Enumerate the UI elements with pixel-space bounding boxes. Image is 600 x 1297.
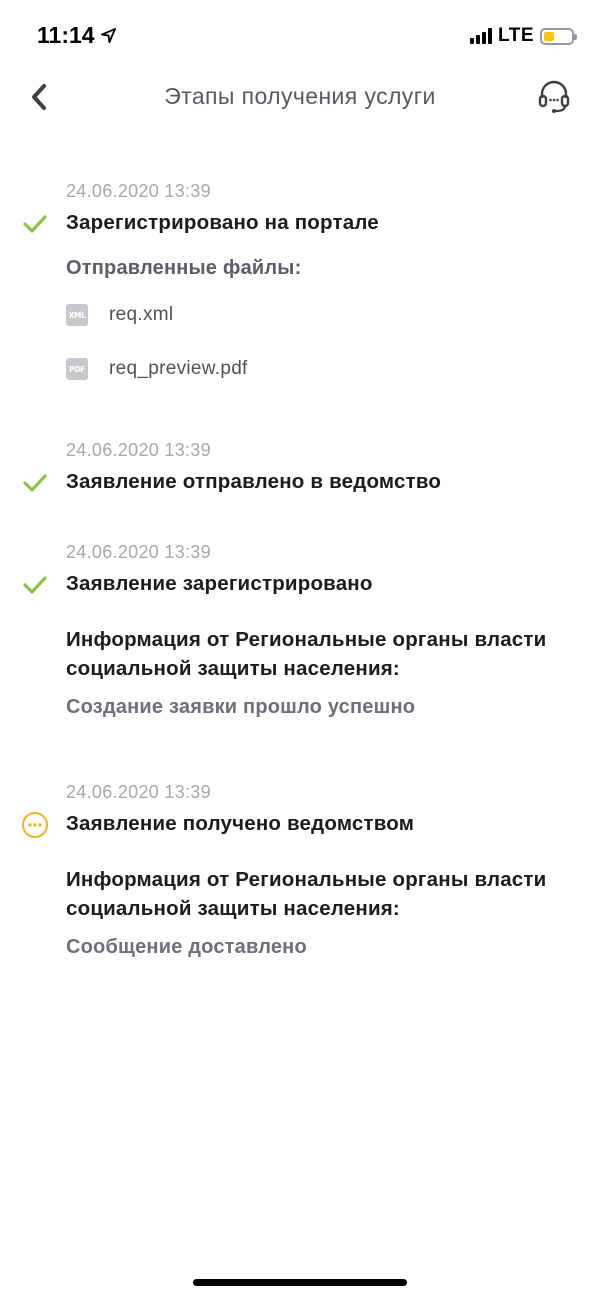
support-button[interactable] bbox=[534, 76, 574, 118]
file-list: XML req.xml PDF req_preview.pdf bbox=[66, 288, 582, 396]
stage-date: 24.06.2020 13:39 bbox=[66, 542, 211, 562]
file-name: req.xml bbox=[109, 304, 174, 325]
stage-date: 24.06.2020 13:39 bbox=[66, 181, 211, 201]
location-arrow-icon bbox=[100, 28, 116, 43]
checkmark-icon bbox=[21, 571, 49, 599]
stage-title: Заявление зарегистрировано bbox=[66, 572, 373, 595]
stage-item: 24.06.2020 13:39 Заявление зарегистриров… bbox=[0, 539, 600, 779]
xml-file-icon: XML bbox=[66, 304, 88, 326]
info-text: Создание заявки прошло успешно bbox=[66, 696, 416, 718]
checkmark-icon bbox=[21, 210, 49, 238]
status-time: 11:14 bbox=[37, 22, 116, 49]
stage-title: Зарегистрировано на портале bbox=[66, 211, 379, 234]
stages-timeline: 24.06.2020 13:39 Зарегистрировано на пор… bbox=[0, 178, 600, 961]
home-indicator[interactable] bbox=[193, 1279, 407, 1286]
stage-item: 24.06.2020 13:39 Заявление получено ведо… bbox=[0, 779, 600, 961]
stage-date: 24.06.2020 13:39 bbox=[66, 440, 211, 460]
file-item-req-xml[interactable]: XML req.xml bbox=[66, 288, 582, 342]
file-item-req-preview-pdf[interactable]: PDF req_preview.pdf bbox=[66, 342, 582, 396]
pdf-file-icon: PDF bbox=[66, 358, 88, 380]
info-text: Сообщение доставлено bbox=[66, 936, 307, 958]
nav-bar: Этапы получения услуги bbox=[0, 72, 600, 122]
clock: 11:14 bbox=[37, 22, 95, 48]
stage-date: 24.06.2020 13:39 bbox=[66, 782, 211, 802]
network-type: LTE bbox=[498, 25, 534, 46]
checkmark-icon bbox=[21, 469, 49, 497]
info-heading: Информация от Региональные органы власти… bbox=[66, 628, 547, 680]
status-indicators: LTE bbox=[470, 25, 577, 47]
page-title: Этапы получения услуги bbox=[164, 83, 436, 109]
files-label: Отправленные файлы: bbox=[66, 257, 302, 279]
stage-item: 24.06.2020 13:39 Зарегистрировано на пор… bbox=[0, 178, 600, 424]
file-name: req_preview.pdf bbox=[109, 358, 248, 379]
stage-title: Заявление отправлено в ведомство bbox=[66, 470, 442, 493]
pending-icon bbox=[21, 811, 49, 839]
headset-icon bbox=[538, 80, 570, 113]
signal-icon bbox=[470, 28, 493, 44]
stage-item: 24.06.2020 13:39 Заявление отправлено в … bbox=[0, 437, 600, 539]
battery-level bbox=[544, 31, 555, 41]
battery-icon bbox=[540, 27, 577, 45]
stage-title: Заявление получено ведомством bbox=[66, 812, 415, 835]
info-heading: Информация от Региональные органы власти… bbox=[66, 868, 547, 920]
status-bar: 11:14 LTE bbox=[0, 0, 600, 72]
